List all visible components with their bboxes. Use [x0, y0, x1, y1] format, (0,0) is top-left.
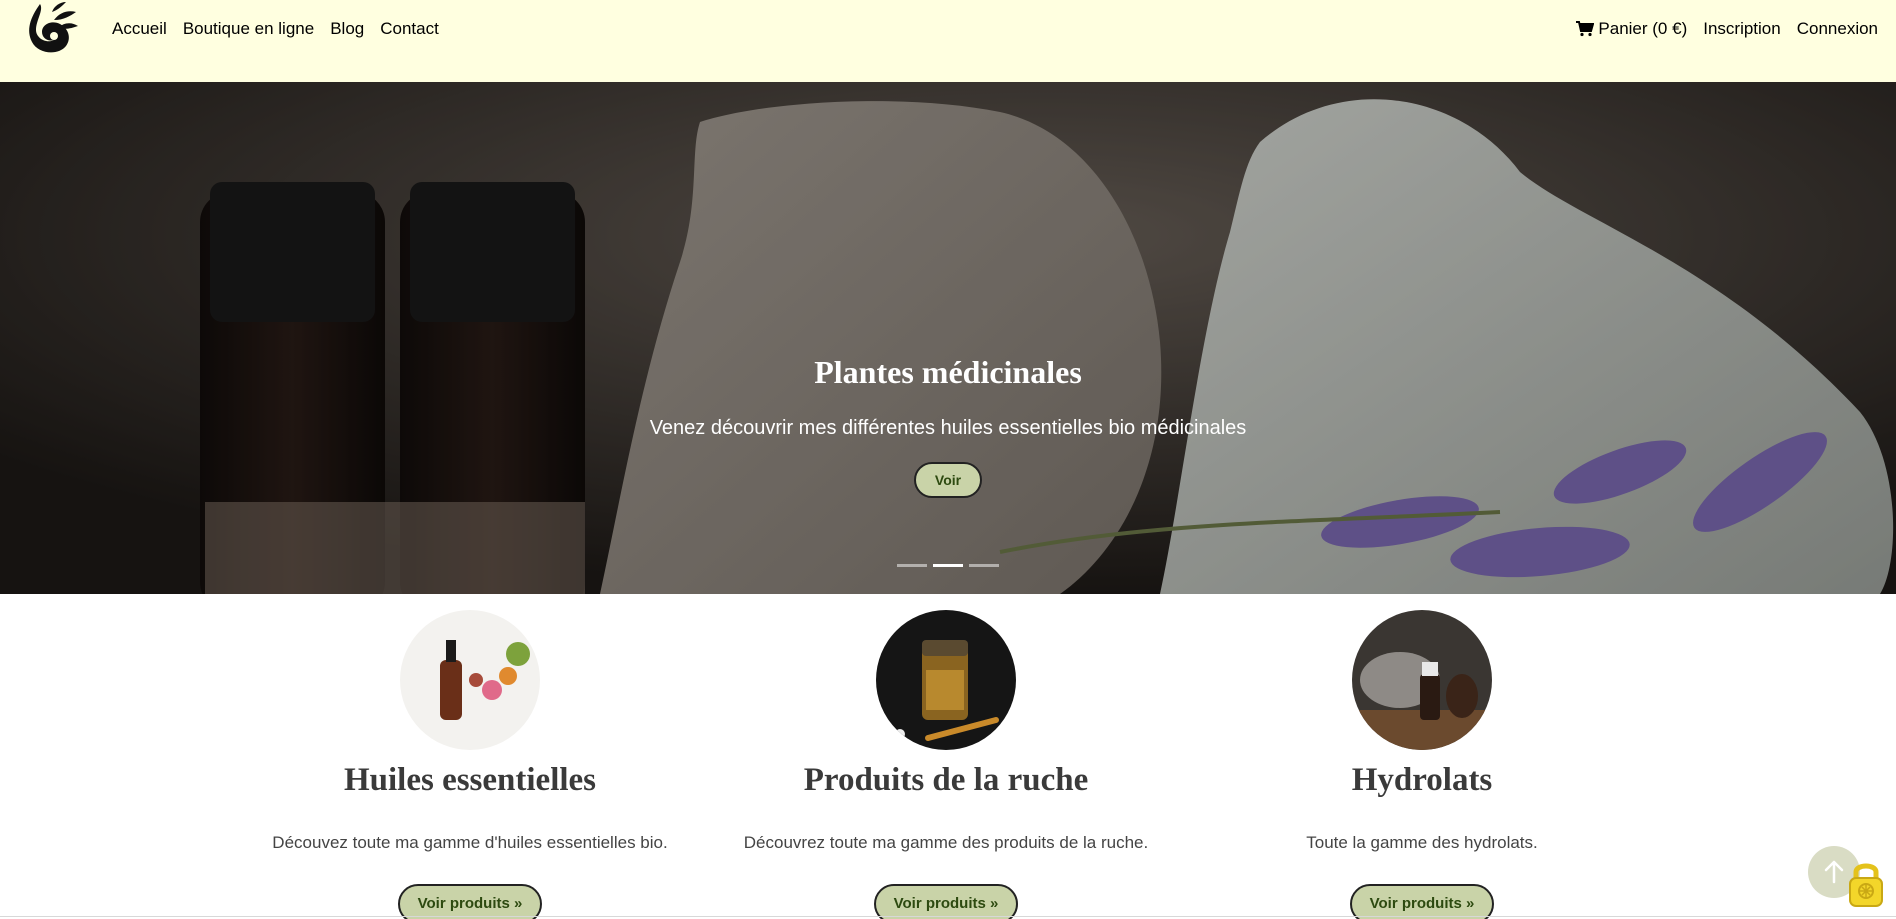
hero-carousel: Plantes médicinales Venez découvrir mes …	[0, 82, 1896, 594]
hero-overlay	[0, 82, 1896, 594]
voir-produits-button-ruche[interactable]: Voir produits »	[874, 884, 1018, 919]
nav-link-accueil[interactable]: Accueil	[112, 19, 167, 39]
voir-produits-button-huiles[interactable]: Voir produits »	[398, 884, 542, 919]
category-card-huiles: Huiles essentielles Découvez toute ma ga…	[232, 610, 708, 919]
voir-produits-button-hydrolats[interactable]: Voir produits »	[1350, 884, 1494, 919]
cart-link[interactable]: Panier (0 €)	[1576, 19, 1687, 39]
nav-link-boutique[interactable]: Boutique en ligne	[183, 19, 314, 39]
category-text-hydrolats: Toute la gamme des hydrolats.	[1306, 833, 1538, 852]
cart-label: Panier (0 €)	[1598, 19, 1688, 38]
nav-link-contact[interactable]: Contact	[380, 19, 439, 39]
category-text-ruche: Découvrez toute ma gamme des produits de…	[743, 833, 1149, 852]
account-nav: Panier (0 €) Inscription Connexion	[1576, 19, 1878, 39]
category-image-ruche	[876, 610, 1016, 750]
padlock-icon[interactable]	[1846, 858, 1886, 908]
category-title-huiles: Huiles essentielles	[343, 762, 597, 798]
droplet-leaf-logo[interactable]	[24, 0, 80, 58]
carousel-indicators	[0, 564, 1896, 567]
register-link[interactable]: Inscription	[1703, 19, 1780, 39]
main-nav: Accueil Boutique en ligne Blog Contact	[112, 19, 439, 39]
hero-title: Plantes médicinales	[814, 354, 1082, 390]
category-image-huiles	[400, 610, 540, 750]
category-text-huiles: Découvez toute ma gamme d'huiles essenti…	[272, 833, 668, 852]
hero-voir-button[interactable]: Voir	[914, 462, 982, 498]
divider	[0, 916, 1896, 917]
navbar: Accueil Boutique en ligne Blog Contact P…	[0, 0, 1896, 82]
category-title-hydrolats: Hydrolats	[1351, 762, 1493, 798]
category-title-ruche: Produits de la ruche	[803, 762, 1089, 798]
carousel-indicator-2[interactable]	[933, 564, 963, 567]
carousel-indicator-3[interactable]	[969, 564, 999, 567]
category-card-hydrolats: Hydrolats Toute la gamme des hydrolats. …	[1184, 610, 1660, 919]
hero-caption: Plantes médicinales Venez découvrir mes …	[0, 352, 1896, 498]
category-image-hydrolats	[1352, 610, 1492, 750]
carousel-indicator-1[interactable]	[897, 564, 927, 567]
shopping-cart-icon	[1576, 21, 1595, 37]
hero-text: Venez découvrir mes différentes huiles e…	[649, 417, 1247, 439]
nav-link-blog[interactable]: Blog	[330, 19, 364, 39]
product-categories: Huiles essentielles Découvez toute ma ga…	[0, 594, 1896, 919]
category-card-ruche: Produits de la ruche Découvrez toute ma …	[708, 610, 1184, 919]
login-link[interactable]: Connexion	[1797, 19, 1878, 39]
